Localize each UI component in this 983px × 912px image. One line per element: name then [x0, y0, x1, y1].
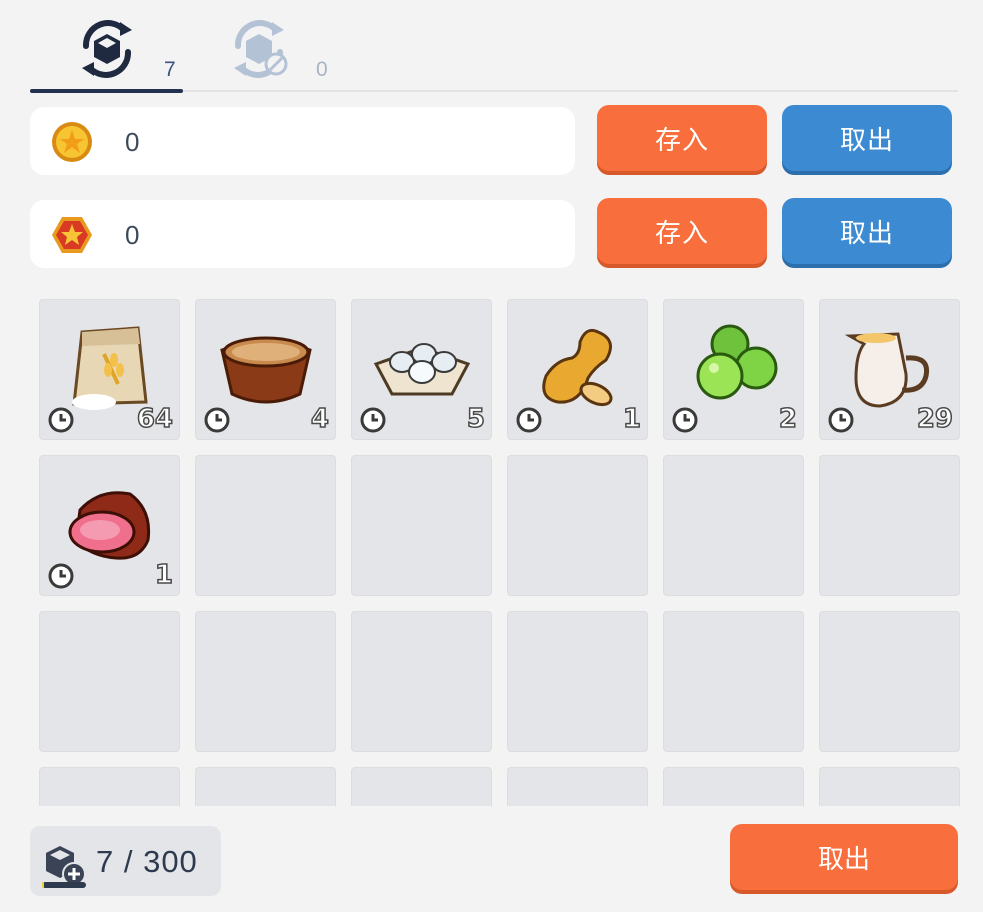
storage-grid: 64 4 5 1 2 29 1	[38, 298, 960, 806]
slot-egg-tray[interactable]: 5	[351, 299, 492, 440]
empty-slot[interactable]	[351, 611, 492, 752]
empty-slot[interactable]	[507, 455, 648, 596]
gold-withdraw-button[interactable]: 取出	[782, 105, 952, 171]
slot-peanut[interactable]: 1	[507, 299, 648, 440]
gold-amount-value: 0	[125, 127, 140, 157]
item-quantity: 4	[310, 403, 330, 435]
clock-icon	[48, 407, 74, 433]
green-apples-icon	[696, 324, 778, 400]
capacity-bar-fill	[42, 882, 44, 888]
storage-sync-icon	[82, 20, 132, 78]
capacity-text: 7 / 300	[96, 844, 198, 879]
tab-storage-count: 7	[164, 58, 176, 81]
clock-icon	[204, 407, 230, 433]
clock-icon	[516, 407, 542, 433]
clock-icon	[828, 407, 854, 433]
gold-coin-icon	[52, 122, 92, 162]
gold-currency-row: 0 存入 取出	[30, 105, 955, 177]
empty-slot[interactable]	[195, 767, 336, 806]
empty-slot[interactable]	[195, 455, 336, 596]
gold-deposit-button[interactable]: 存入	[597, 105, 767, 171]
gold-amount-field[interactable]: 0	[30, 107, 575, 175]
item-quantity: 1	[622, 403, 642, 435]
item-quantity: 5	[466, 403, 486, 435]
capacity-bar	[42, 882, 86, 888]
item-quantity: 64	[136, 403, 174, 435]
empty-slot[interactable]	[351, 767, 492, 806]
empty-slot[interactable]	[507, 611, 648, 752]
clock-icon	[672, 407, 698, 433]
empty-slot[interactable]	[351, 455, 492, 596]
egg-tray-icon	[373, 343, 471, 396]
withdraw-selected-button[interactable]: 取出	[730, 824, 958, 890]
storage-tabs: 7 0	[30, 10, 958, 93]
grain-bowl-icon	[220, 336, 312, 404]
star-deposit-button[interactable]: 存入	[597, 198, 767, 264]
empty-slot[interactable]	[39, 611, 180, 752]
peanut-icon	[542, 328, 613, 407]
empty-slot[interactable]	[507, 767, 648, 806]
empty-slot[interactable]	[819, 455, 960, 596]
empty-slot[interactable]	[39, 767, 180, 806]
flour-sack-icon	[72, 326, 148, 410]
milk-pitcher-icon	[844, 332, 930, 408]
empty-slot[interactable]	[663, 611, 804, 752]
item-quantity: 29	[916, 403, 954, 435]
item-quantity: 1	[154, 559, 174, 591]
active-tab-indicator	[30, 89, 183, 93]
empty-slot[interactable]	[819, 767, 960, 806]
slot-ham[interactable]: 1	[39, 455, 180, 596]
tab-storage[interactable]: 7	[30, 10, 183, 93]
slot-green-apples[interactable]: 2	[663, 299, 804, 440]
storage-expand-icon	[46, 846, 86, 886]
slot-milk-pitcher[interactable]: 29	[819, 299, 960, 440]
storage-sync-disabled-icon	[234, 20, 288, 78]
star-currency-row: 0 存入 取出	[30, 198, 955, 270]
storage-capacity[interactable]: 7 / 300	[30, 826, 221, 896]
slot-grain-bowl[interactable]: 4	[195, 299, 336, 440]
tab-storage-locked[interactable]: 0	[182, 10, 334, 90]
tab-storage-locked-count: 0	[316, 58, 328, 81]
ham-icon	[68, 491, 151, 560]
star-amount-value: 0	[125, 220, 140, 250]
clock-icon	[48, 563, 74, 589]
red-star-hex-icon	[52, 217, 92, 253]
slot-flour-sack[interactable]: 64	[39, 299, 180, 440]
empty-slot[interactable]	[663, 767, 804, 806]
star-withdraw-button[interactable]: 取出	[782, 198, 952, 264]
empty-slot[interactable]	[819, 611, 960, 752]
star-amount-field[interactable]: 0	[30, 200, 575, 268]
clock-icon	[360, 407, 386, 433]
empty-slot[interactable]	[663, 455, 804, 596]
item-quantity: 2	[778, 403, 798, 435]
empty-slot[interactable]	[195, 611, 336, 752]
